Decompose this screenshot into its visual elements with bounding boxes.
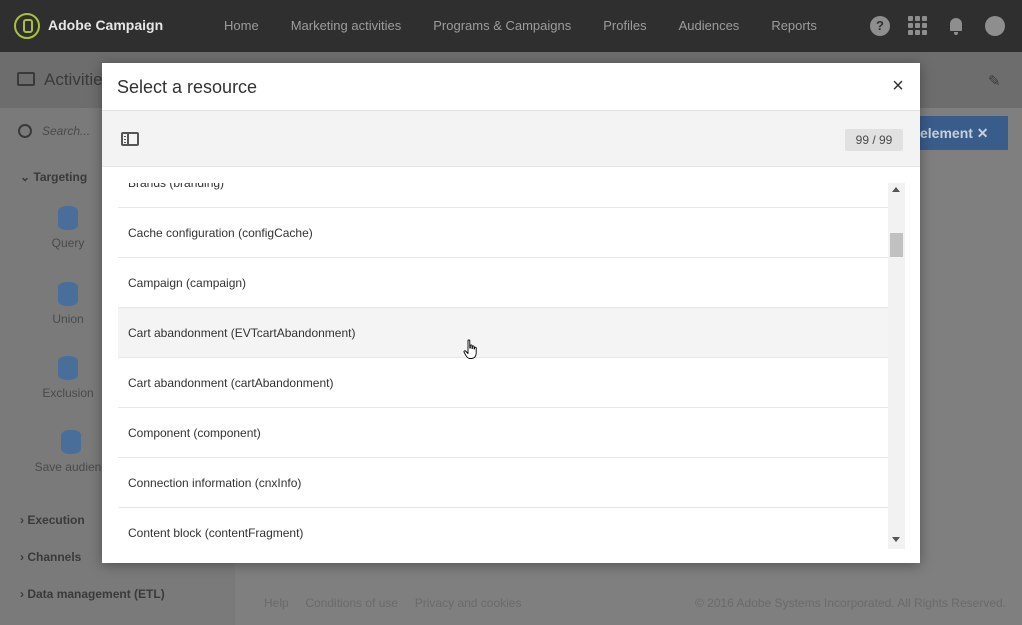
scroll-down-arrow-icon[interactable] [892, 537, 900, 542]
scroll-up-arrow-icon[interactable] [892, 187, 900, 192]
activity-union: Union [30, 282, 106, 326]
category-execution: › Execution [20, 513, 85, 527]
sidebar-toggle-icon [17, 72, 35, 86]
adobe-campaign-logo-icon[interactable] [14, 13, 40, 39]
list-item[interactable]: Campaign (campaign) [118, 258, 888, 308]
list-item[interactable]: Component (component) [118, 408, 888, 458]
nav-item-profiles[interactable]: Profiles [603, 18, 646, 33]
delete-element-button: element ✕ [918, 116, 1008, 150]
category-channels: › Channels [20, 550, 82, 564]
search-input: Search... [42, 124, 91, 138]
dialog-title: Select a resource [117, 77, 258, 97]
list-item[interactable]: Cart abandonment (cartAbandonment) [118, 358, 888, 408]
help-icon[interactable]: ? [870, 16, 890, 36]
list-item[interactable]: Content block (contentFragment) [118, 508, 888, 549]
nav-item-home[interactable]: Home [224, 18, 259, 33]
list-item[interactable]: Connection information (cnxInfo) [118, 458, 888, 508]
category-targeting: ⌄ Targeting [20, 170, 88, 184]
activity-exclusion: Exclusion [30, 356, 106, 400]
exclusion-icon [58, 356, 78, 380]
footer-privacy-link: Privacy and cookies [414, 596, 522, 610]
nav-item-audiences[interactable]: Audiences [679, 18, 740, 33]
close-icon[interactable]: × [888, 76, 908, 96]
query-icon [58, 206, 78, 230]
footer-help-link: Help [264, 596, 289, 610]
activity-query: Query [30, 206, 106, 250]
footer-links: Help Conditions of use Privacy and cooki… [264, 596, 521, 610]
resource-list: Brands (branding) Cache configuration (c… [118, 183, 888, 549]
list-item[interactable]: Cache configuration (configCache) [118, 208, 888, 258]
dialog-toolbar [102, 111, 920, 167]
nav-item-reports[interactable]: Reports [771, 18, 817, 33]
notifications-bell-icon[interactable] [947, 16, 967, 36]
search-icon [18, 124, 32, 138]
edit-pencil-icon: ✎ [988, 73, 1001, 90]
dialog-header: Select a resource × [102, 63, 920, 111]
select-resource-dialog: Select a resource × 99 / 99 Brands (bran… [102, 63, 920, 563]
category-data-management: › Data management (ETL) [20, 587, 165, 601]
union-icon [58, 282, 78, 306]
main-nav: Home Marketing activities Programs & Cam… [224, 18, 849, 33]
list-item[interactable]: Brands (branding) [118, 183, 888, 208]
page-title: Activitie [44, 70, 103, 89]
list-item[interactable]: Cart abandonment (EVTcartAbandonment) [118, 308, 888, 358]
nav-item-programs-campaigns[interactable]: Programs & Campaigns [433, 18, 571, 33]
copyright: © 2016 Adobe Systems Incorporated. All R… [694, 596, 1006, 610]
resource-count-badge: 99 / 99 [845, 129, 903, 151]
footer-conditions-link: Conditions of use [305, 596, 399, 610]
scrollbar-thumb[interactable] [890, 233, 903, 257]
save-audience-icon [61, 430, 81, 454]
user-avatar[interactable] [985, 16, 1005, 36]
nav-item-marketing-activities[interactable]: Marketing activities [291, 18, 402, 33]
top-navigation-bar: Adobe Campaign Home Marketing activities… [0, 0, 1022, 52]
panel-toggle-icon[interactable] [121, 132, 139, 146]
list-scrollbar[interactable] [888, 183, 905, 549]
apps-grid-icon[interactable] [908, 16, 928, 36]
brand-name[interactable]: Adobe Campaign [48, 17, 163, 33]
hand-pointer-cursor-icon [463, 339, 477, 359]
